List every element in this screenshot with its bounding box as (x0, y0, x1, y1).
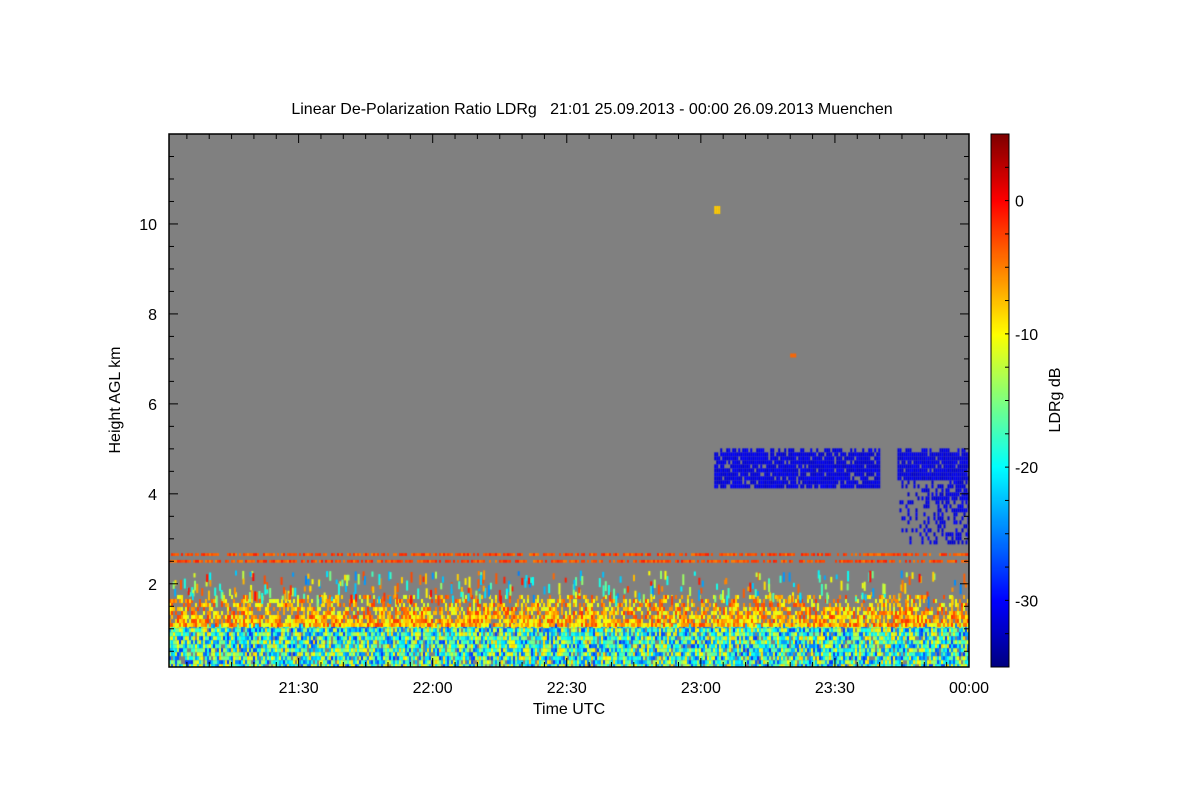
x-tick-label: 23:00 (681, 680, 721, 697)
y-tick-label: 6 (148, 397, 157, 414)
colorbar-tick-label: -20 (1015, 460, 1038, 477)
x-tick-label: 23:30 (815, 680, 855, 697)
colorbar-tick-label: -10 (1015, 327, 1038, 344)
plot-frame (168, 133, 970, 668)
y-tick-label: 10 (139, 217, 157, 234)
colorbar-tick-label: 0 (1015, 194, 1024, 211)
x-tick-label: 22:30 (547, 680, 587, 697)
y-axis-label: Height AGL km (107, 346, 124, 453)
chart-root: Linear De-Polarization Ratio LDRg 21:01 … (0, 0, 1200, 800)
x-tick-label: 21:30 (279, 680, 319, 697)
x-axis-label: Time UTC (533, 701, 605, 718)
x-tick-label: 00:00 (949, 680, 989, 697)
chart-title: Linear De-Polarization Ratio LDRg 21:01 … (291, 101, 892, 118)
x-tick-label: 22:00 (413, 680, 453, 697)
chart-axes: Linear De-Polarization Ratio LDRg 21:01 … (107, 101, 1064, 718)
y-tick-label: 8 (148, 307, 157, 324)
y-tick-label: 2 (148, 577, 157, 594)
colorbar-tick-label: -30 (1015, 593, 1038, 610)
colorbar-label: LDRg dB (1047, 368, 1064, 433)
y-tick-label: 4 (148, 487, 157, 504)
